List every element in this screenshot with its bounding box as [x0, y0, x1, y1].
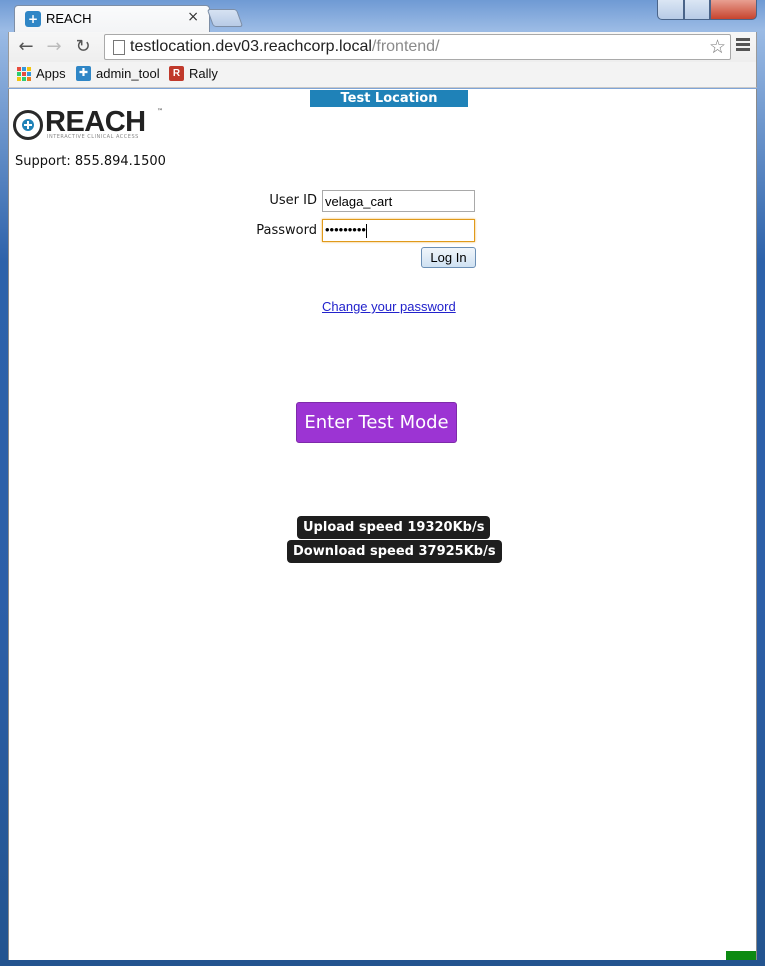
reach-logo: REACH ™ INTERACTIVE CLINICAL ACCESS [13, 106, 165, 142]
reload-icon[interactable]: ↻ [72, 36, 94, 58]
tab-strip: + REACH × [0, 0, 765, 33]
bookmark-label: Apps [36, 66, 66, 81]
text-cursor [365, 223, 367, 238]
minimize-button[interactable] [657, 0, 684, 20]
password-input[interactable]: ••••••••• [322, 219, 475, 242]
tab-title: REACH [46, 11, 92, 26]
browser-tab[interactable]: + REACH × [14, 5, 210, 33]
password-value: ••••••••• [325, 222, 366, 237]
url-host: testlocation.dev03.reachcorp.local [130, 38, 372, 55]
page-content: Test Location (dev03) REACH ™ INTERACTIV… [8, 89, 757, 960]
maximize-button[interactable] [684, 0, 710, 20]
chrome-menu-icon[interactable] [736, 38, 750, 52]
login-button[interactable]: Log In [421, 247, 476, 268]
admin-tool-icon: ✚ [76, 66, 91, 81]
user-id-label: User ID [269, 193, 317, 208]
rally-icon: R [169, 66, 184, 81]
browser-toolbar: ← → ↻ testlocation.dev03.reachcorp.local… [8, 32, 757, 62]
page-icon [113, 40, 125, 55]
change-password-link[interactable]: Change your password [322, 299, 456, 314]
bookmark-apps[interactable]: Apps [17, 66, 66, 81]
status-indicator [726, 951, 756, 960]
browser-window: + REACH × ← → ↻ testlocation.dev03.reach… [0, 0, 765, 966]
close-tab-icon[interactable]: × [187, 9, 199, 25]
bookmark-star-icon[interactable]: ☆ [709, 36, 726, 58]
address-bar[interactable]: testlocation.dev03.reachcorp.local/front… [104, 34, 731, 60]
forward-arrow-icon[interactable]: → [43, 36, 65, 58]
enter-test-mode-button[interactable]: Enter Test Mode [296, 402, 457, 443]
bookmark-admin-tool[interactable]: ✚ admin_tool [76, 66, 160, 81]
new-tab-button[interactable] [206, 9, 244, 27]
reach-favicon-icon: + [25, 11, 41, 27]
logo-tagline: INTERACTIVE CLINICAL ACCESS [47, 134, 139, 140]
apps-grid-icon [17, 66, 31, 81]
bookmarks-bar: Apps ✚ admin_tool R Rally [8, 62, 757, 88]
environment-banner: Test Location (dev03) [310, 90, 468, 123]
download-speed-badge: Download speed 37925Kb/s [287, 540, 502, 563]
reach-logo-mark-icon [13, 110, 43, 140]
back-arrow-icon[interactable]: ← [15, 36, 37, 58]
upload-speed-badge: Upload speed 19320Kb/s [297, 516, 491, 539]
close-window-button[interactable] [710, 0, 757, 20]
window-controls [657, 0, 765, 20]
user-id-input[interactable] [322, 190, 475, 212]
url-text: testlocation.dev03.reachcorp.local/front… [130, 38, 440, 56]
bookmark-rally[interactable]: R Rally [169, 66, 218, 81]
support-phone: Support: 855.894.1500 [15, 154, 166, 169]
password-label: Password [256, 223, 317, 238]
bookmark-label: Rally [189, 66, 218, 81]
bookmark-label: admin_tool [96, 66, 160, 81]
url-path: /frontend/ [371, 38, 440, 55]
logo-trademark: ™ [157, 108, 163, 115]
